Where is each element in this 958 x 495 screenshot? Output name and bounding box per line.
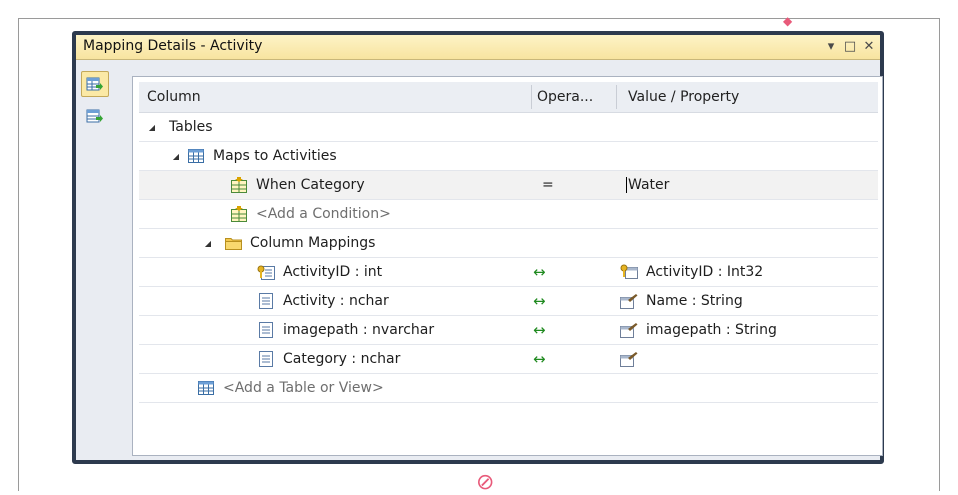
mapping-arrow: ↔ <box>533 292 546 310</box>
mapping-property-cell[interactable]: imagepath : String <box>620 316 777 344</box>
mapping-arrow: ↔ <box>533 350 546 368</box>
table-icon <box>197 379 215 397</box>
condition-icon <box>230 176 248 194</box>
condition-value-field[interactable]: Water <box>626 171 669 199</box>
mapping-column-label: imagepath : nvarchar <box>283 322 435 338</box>
mapping-column-cell: Activity : nchar <box>257 287 389 315</box>
window-buttons: ▾ □ ✕ <box>824 37 876 55</box>
condition-operator-text: = <box>542 177 554 193</box>
property-icon <box>620 292 638 310</box>
condition-icon <box>230 205 248 223</box>
add-condition-label: <Add a Condition> <box>256 206 391 222</box>
header-operator[interactable]: Opera... <box>537 82 593 112</box>
column-mappings-cell: ◢ Column Mappings <box>203 229 376 257</box>
mapping-row[interactable]: imagepath : nvarchar ↔ imagepath : Strin… <box>139 316 878 345</box>
tree-row-maps-to[interactable]: ◢ Maps to Activities <box>139 142 878 171</box>
condition-label: When Category <box>256 177 365 193</box>
mapping-details-panel: Mapping Details - Activity ▾ □ ✕ Column … <box>72 31 884 464</box>
mapping-row[interactable]: Category : nchar ↔ <box>139 345 878 374</box>
key-column-icon <box>257 263 275 281</box>
property-icon <box>620 321 638 339</box>
mapping-column-label: ActivityID : int <box>283 264 383 280</box>
header-separator[interactable] <box>531 85 532 109</box>
mapping-property-label: imagepath : String <box>646 322 777 338</box>
mapping-grid: Column Opera... Value / Property ◢ Table… <box>132 76 883 456</box>
mapping-row[interactable]: ActivityID : int ↔ ActivityID : Int32 <box>139 258 878 287</box>
tables-cell: ◢ Tables <box>147 113 213 141</box>
window-title: Mapping Details - Activity <box>83 38 263 54</box>
table-icon <box>187 147 205 165</box>
mapping-column-cell: ActivityID : int <box>257 258 382 286</box>
property-icon <box>620 350 638 368</box>
tables-label: Tables <box>169 119 213 135</box>
frame-line-top <box>18 18 940 19</box>
header-separator[interactable] <box>616 85 617 109</box>
mapping-row[interactable]: Activity : nchar ↔ Name : String <box>139 287 878 316</box>
close-button[interactable]: ✕ <box>862 37 876 55</box>
mapping-column-label: Activity : nchar <box>283 293 389 309</box>
dropdown-button[interactable]: ▾ <box>824 37 838 55</box>
mapping-column-cell: Category : nchar <box>257 345 400 373</box>
header-column[interactable]: Column <box>147 82 201 112</box>
add-table-label: <Add a Table or View> <box>223 380 384 396</box>
add-condition-row[interactable]: <Add a Condition> <box>139 200 878 229</box>
column-icon <box>257 321 275 339</box>
map-to-table-button[interactable] <box>81 71 109 97</box>
decorative-mark-top: ◆ <box>783 14 793 28</box>
title-bar: Mapping Details - Activity ▾ □ ✕ <box>76 35 880 60</box>
column-icon <box>257 350 275 368</box>
mapping-property-cell[interactable]: ActivityID : Int32 <box>620 258 763 286</box>
text-caret <box>626 177 627 193</box>
mapping-property-label: ActivityID : Int32 <box>646 264 764 280</box>
maps-to-label: Maps to Activities <box>213 148 337 164</box>
mapping-column-cell: imagepath : nvarchar <box>257 316 434 344</box>
frame-line-left <box>18 18 19 491</box>
map-to-functions-button[interactable] <box>81 103 109 129</box>
column-icon <box>257 292 275 310</box>
folder-icon <box>224 234 242 252</box>
maximize-button[interactable]: □ <box>843 37 857 55</box>
condition-cell: When Category <box>230 171 365 199</box>
column-mappings-row[interactable]: ◢ Column Mappings <box>139 229 878 258</box>
collapse-triangle-icon[interactable]: ◢ <box>171 152 181 161</box>
maps-to-cell: ◢ Maps to Activities <box>171 142 337 170</box>
key-property-icon <box>620 263 638 281</box>
add-condition-cell: <Add a Condition> <box>230 200 391 228</box>
function-arrow-icon <box>86 109 103 123</box>
condition-value-text: Water <box>628 177 670 193</box>
frame-line-right <box>939 18 940 491</box>
collapse-triangle-icon[interactable]: ◢ <box>147 123 157 132</box>
mapping-arrow: ↔ <box>533 263 546 281</box>
mapping-property-cell[interactable] <box>620 345 646 373</box>
column-mappings-label: Column Mappings <box>250 235 376 251</box>
tree-row-tables[interactable]: ◢ Tables <box>139 113 878 142</box>
condition-row[interactable]: When Category = Water <box>139 171 878 200</box>
mapping-property-cell[interactable]: Name : String <box>620 287 743 315</box>
table-arrow-icon <box>86 77 103 91</box>
add-table-cell: <Add a Table or View> <box>197 374 384 402</box>
column-header-row: Column Opera... Value / Property <box>139 82 878 113</box>
condition-operator[interactable]: = <box>542 171 554 199</box>
decorative-mark-bottom: ⊘ <box>476 470 495 495</box>
mapping-column-label: Category : nchar <box>283 351 401 367</box>
mapping-property-label: Name : String <box>646 293 743 309</box>
mapping-arrow: ↔ <box>533 321 546 339</box>
collapse-triangle-icon[interactable]: ◢ <box>203 239 213 248</box>
header-value-property[interactable]: Value / Property <box>628 82 739 112</box>
view-sidebar <box>76 60 120 460</box>
add-table-row[interactable]: <Add a Table or View> <box>139 374 878 403</box>
